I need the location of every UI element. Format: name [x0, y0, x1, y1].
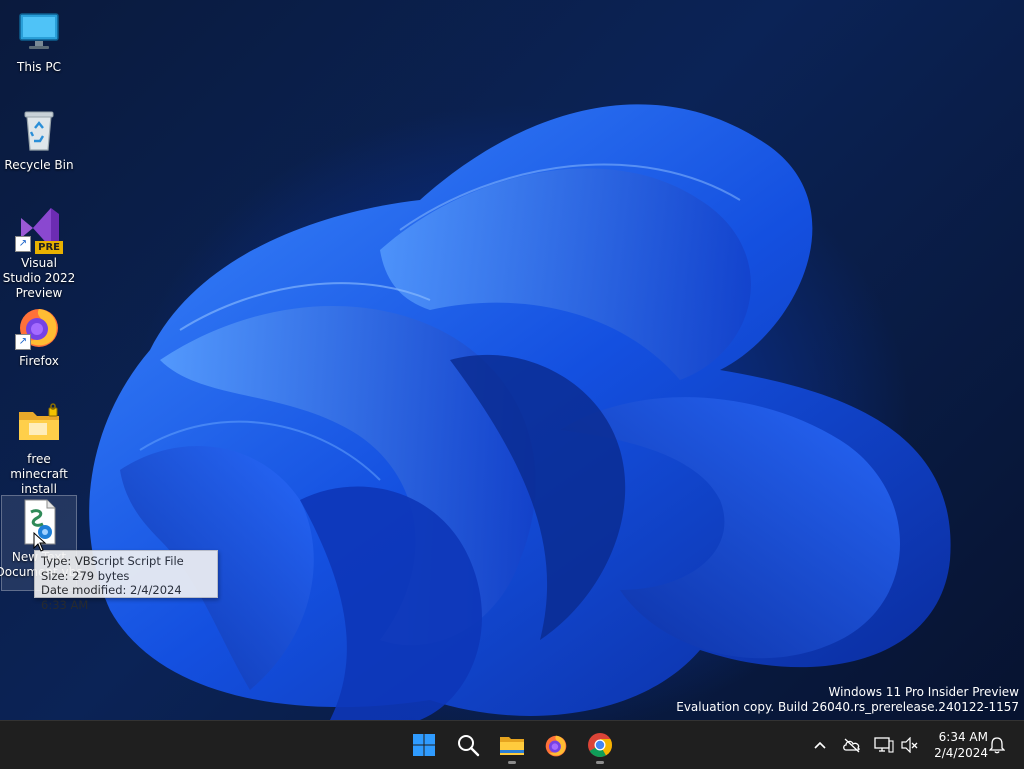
notifications-button[interactable]: [985, 729, 1009, 761]
taskbar: 6:34 AM 2/4/2024: [0, 720, 1024, 769]
notification-bell-icon: [989, 737, 1005, 754]
windows-logo-icon: [413, 734, 435, 756]
tooltip-type: Type: VBScript Script File: [41, 554, 184, 568]
clock-time: 6:34 AM: [938, 730, 988, 744]
taskbar-chrome[interactable]: [580, 725, 620, 765]
desktop-icon-label: Visual Studio 2022 Preview: [2, 256, 76, 300]
recycle-bin-icon: [15, 106, 63, 154]
desktop-icon-this-pc[interactable]: This PC: [2, 8, 76, 75]
wallpaper-bloom: [89, 104, 951, 720]
running-indicator: [508, 761, 516, 764]
monitor-icon: [15, 8, 63, 56]
firefox-icon: ↗: [15, 302, 63, 350]
start-button[interactable]: [404, 725, 444, 765]
desktop-icon-visual-studio[interactable]: PRE ↗ Visual Studio 2022 Preview: [2, 204, 76, 301]
file-info-tooltip: Type: VBScript Script File Size: 279 byt…: [34, 550, 218, 612]
desktop[interactable]: This PC Recycle Bin PRE ↗ Visual Studio …: [0, 0, 1024, 720]
chevron-up-icon: [814, 741, 826, 749]
watermark-edition: Windows 11 Pro Insider Preview: [828, 685, 1019, 699]
chrome-icon: [588, 733, 612, 758]
visual-studio-icon: PRE ↗: [15, 204, 63, 254]
clock-date: 2/4/2024: [934, 746, 988, 760]
onedrive-status[interactable]: [840, 729, 864, 761]
volume-status[interactable]: [898, 729, 922, 761]
folder-icon: [15, 400, 63, 448]
search-icon: [458, 735, 480, 757]
file-explorer-icon: [500, 737, 524, 755]
network-icon: [874, 737, 894, 753]
taskbar-firefox[interactable]: [536, 725, 576, 765]
shortcut-arrow-icon: ↗: [15, 334, 31, 350]
onedrive-offline-icon: [843, 738, 860, 753]
speaker-muted-icon: [901, 737, 918, 753]
firefox-icon: [545, 735, 567, 757]
preview-badge: PRE: [35, 241, 63, 254]
desktop-icon-label: This PC: [17, 60, 61, 74]
windows-watermark: Windows 11 Pro Insider Preview Evaluatio…: [676, 685, 1019, 715]
desktop-icon-free-minecraft-install[interactable]: free minecraft install: [2, 400, 76, 497]
desktop-icon-label: Recycle Bin: [4, 158, 74, 172]
running-indicator: [596, 761, 604, 764]
desktop-icon-label: Firefox: [19, 354, 59, 368]
tooltip-size: Size: 279 bytes: [41, 568, 130, 583]
shortcut-arrow-icon: ↗: [15, 236, 31, 252]
search-button[interactable]: [448, 725, 488, 765]
desktop-icon-firefox[interactable]: ↗ Firefox: [2, 302, 76, 369]
taskbar-clock[interactable]: 6:34 AM 2/4/2024: [926, 729, 988, 761]
watermark-build: Evaluation copy. Build 26040.rs_prerelea…: [676, 700, 1019, 714]
tooltip-modified: Date modified: 2/4/2024 6:33 AM: [41, 583, 182, 612]
desktop-icon-label: free minecraft install: [10, 452, 68, 496]
taskbar-file-explorer[interactable]: [492, 725, 532, 765]
show-hidden-icons-button[interactable]: [808, 729, 832, 761]
desktop-icon-recycle-bin[interactable]: Recycle Bin: [2, 106, 76, 173]
mouse-cursor-icon: [33, 532, 47, 552]
network-status[interactable]: [872, 729, 896, 761]
